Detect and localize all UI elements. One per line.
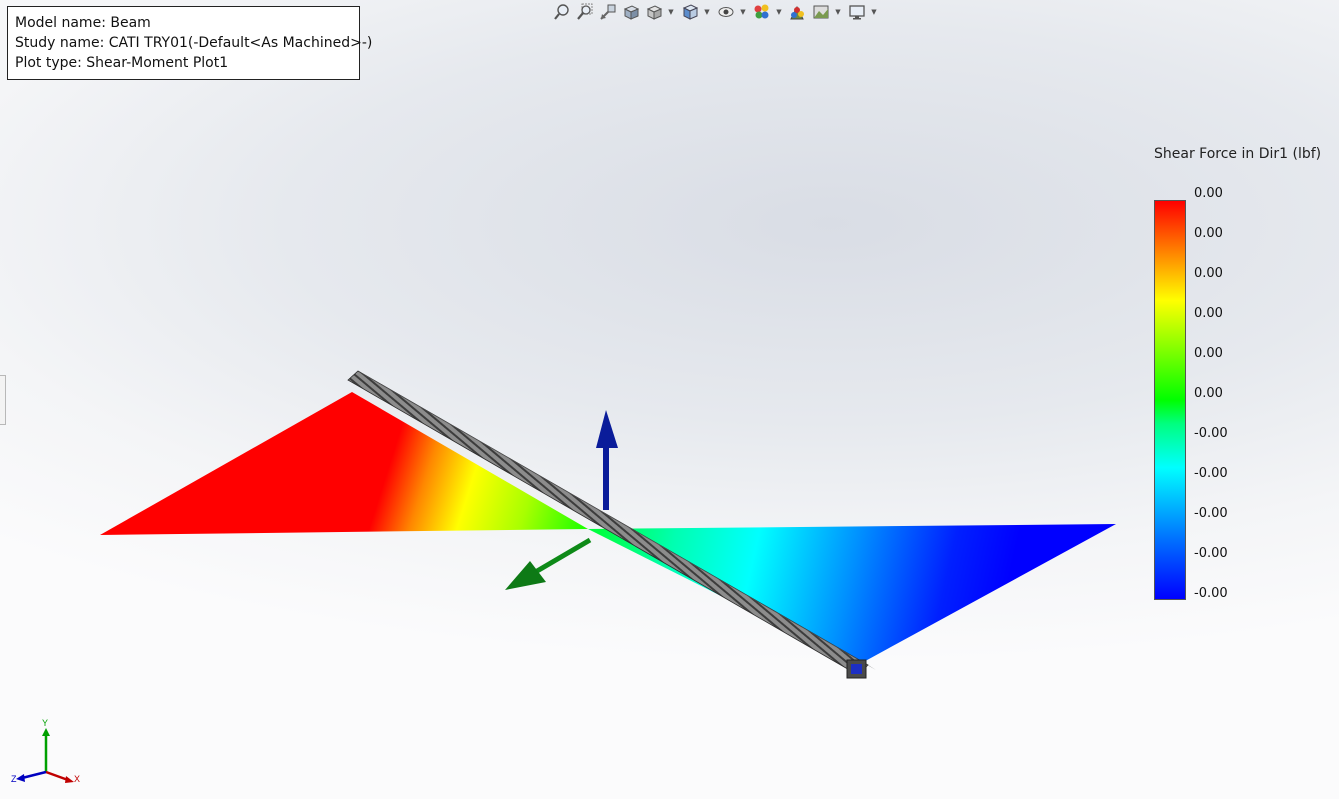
legend-label: 0.00 xyxy=(1194,226,1223,241)
triad-z-label: Z xyxy=(11,774,17,784)
legend-color-bar xyxy=(1154,200,1186,600)
hide-show-items-caret[interactable]: ▼ xyxy=(775,2,783,22)
apply-scene-icon[interactable] xyxy=(811,2,831,22)
dynamic-annotation-caret[interactable]: ▼ xyxy=(667,2,675,22)
view-orientation-icon[interactable] xyxy=(680,2,700,22)
view-settings-caret[interactable]: ▼ xyxy=(870,2,878,22)
legend-label: 0.00 xyxy=(1194,386,1223,401)
legend-label: 0.00 xyxy=(1194,306,1223,321)
legend-label: -0.00 xyxy=(1194,426,1228,441)
feature-manager-collapse-tab[interactable] xyxy=(0,375,6,425)
reference-triad: Y X Z xyxy=(11,718,80,784)
section-view-icon[interactable] xyxy=(621,2,641,22)
view-orientation-caret[interactable]: ▼ xyxy=(703,2,711,22)
apply-scene-caret[interactable]: ▼ xyxy=(834,2,842,22)
legend-label: 0.00 xyxy=(1194,186,1223,201)
dynamic-annotation-icon[interactable] xyxy=(644,2,664,22)
legend-label: -0.00 xyxy=(1194,506,1228,521)
zoom-to-area-icon[interactable] xyxy=(575,2,595,22)
display-style-icon[interactable] xyxy=(716,2,736,22)
zoom-to-fit-icon[interactable] xyxy=(552,2,572,22)
legend-labels: 0.00 0.00 0.00 0.00 0.00 0.00 -0.00 -0.0… xyxy=(1194,186,1254,606)
direction-arrow-green xyxy=(505,537,592,590)
previous-view-icon[interactable] xyxy=(598,2,618,22)
legend-label: -0.00 xyxy=(1194,586,1228,601)
plot-info-box: Model name: Beam Study name: CATI TRY01(… xyxy=(7,6,373,80)
legend-label: -0.00 xyxy=(1194,546,1228,561)
legend-label: 0.00 xyxy=(1194,266,1223,281)
display-style-caret[interactable]: ▼ xyxy=(739,2,747,22)
legend-title: Shear Force in Dir1 (lbf) xyxy=(1154,146,1322,162)
hide-show-items-icon[interactable] xyxy=(752,2,772,22)
legend-label: -0.00 xyxy=(1194,466,1228,481)
legend-label: 0.00 xyxy=(1194,346,1223,361)
graphics-viewport[interactable] xyxy=(0,0,1339,799)
heads-up-toolbar: ▼ ▼ ▼ ▼ ▼ ▼ xyxy=(552,0,880,24)
shear-region-negative xyxy=(588,524,1116,665)
model-name-label: Model name: Beam xyxy=(15,15,151,31)
direction-arrow-blue xyxy=(596,410,618,510)
plot-type-label: Plot type: Shear-Moment Plot1 xyxy=(15,55,229,71)
view-settings-icon[interactable] xyxy=(847,2,867,22)
triad-x-label: X xyxy=(74,774,80,784)
edit-appearance-icon[interactable] xyxy=(788,2,808,22)
triad-y-label: Y xyxy=(42,718,48,728)
study-name-label: Study name: CATI TRY01(-Default<As Machi… xyxy=(15,35,373,51)
